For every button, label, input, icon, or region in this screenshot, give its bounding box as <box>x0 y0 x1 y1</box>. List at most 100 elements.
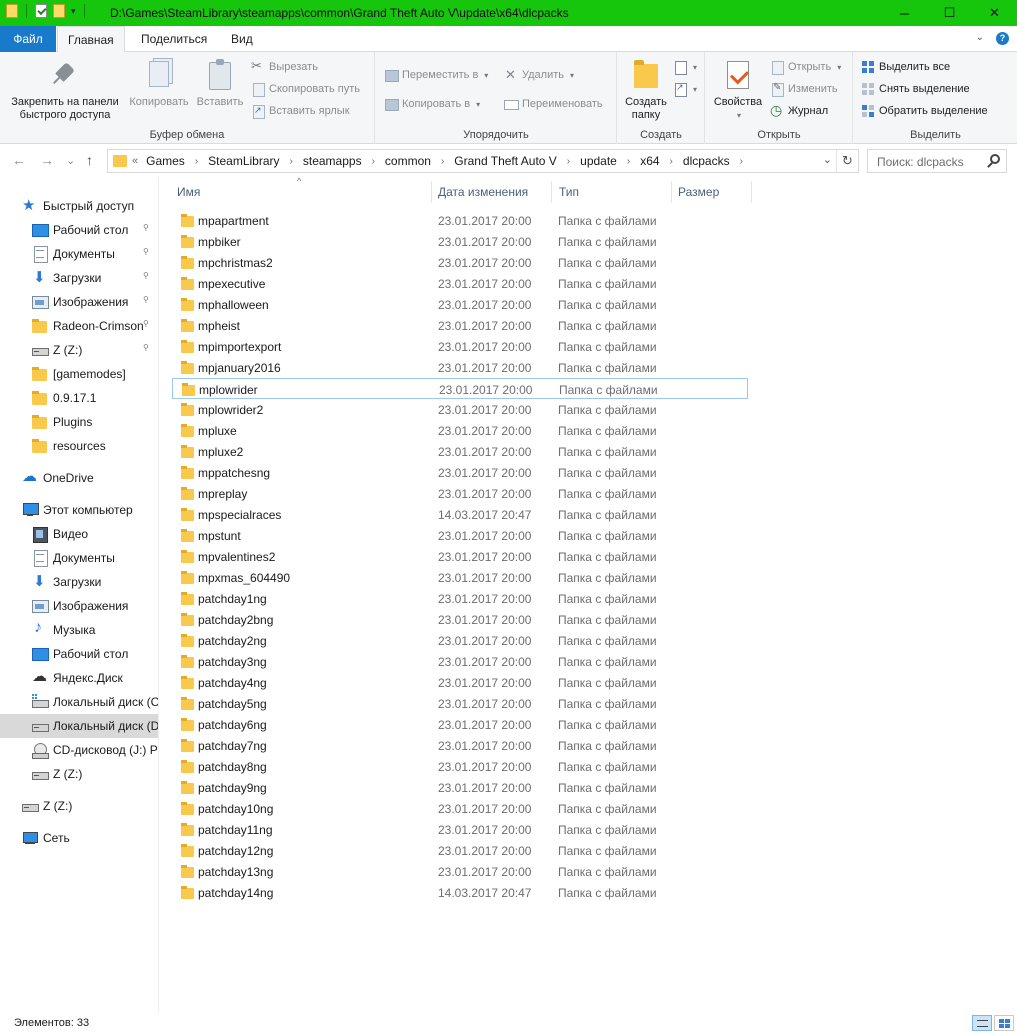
customize-toolbar-chevron-icon[interactable]: ▾ <box>71 6 76 17</box>
sidebar-item[interactable]: Этот компьютер <box>0 498 158 522</box>
recent-locations-chevron-icon[interactable]: ⌄ <box>66 154 75 167</box>
file-row[interactable]: mpheist 23.01.2017 20:00 Папка с файлами <box>172 315 748 336</box>
large-icons-view-button[interactable] <box>994 1015 1014 1031</box>
sidebar-item[interactable]: Загрузки ⚲ <box>0 266 158 290</box>
new-item-button[interactable]: ▾ <box>673 58 697 76</box>
copy-button[interactable]: Копировать <box>126 58 192 109</box>
file-row[interactable]: mpreplay 23.01.2017 20:00 Папка с файлами <box>172 483 748 504</box>
cut-button[interactable]: Вырезать <box>251 58 318 76</box>
select-all-button[interactable]: Выделить все <box>861 58 950 76</box>
breadcrumb-chevron-icon[interactable]: › <box>567 156 570 167</box>
file-row[interactable]: patchday10ng 23.01.2017 20:00 Папка с файл… <box>172 798 748 819</box>
breadcrumb-item[interactable]: Games <box>146 154 185 168</box>
file-row[interactable]: patchday1ng 23.01.2017 20:00 Папка с файла… <box>172 588 748 609</box>
forward-arrow-icon[interactable]: → <box>40 152 54 168</box>
column-divider[interactable] <box>751 181 752 203</box>
properties-icon[interactable] <box>35 4 47 18</box>
breadcrumb-item[interactable]: update <box>580 154 617 168</box>
file-row[interactable]: mpluxe 23.01.2017 20:00 Папка с файлами <box>172 420 748 441</box>
breadcrumb-item[interactable]: SteamLibrary <box>208 154 279 168</box>
new-folder-icon[interactable] <box>53 4 65 18</box>
breadcrumb-item[interactable]: steamapps <box>303 154 362 168</box>
maximize-button[interactable]: ☐ <box>927 0 972 26</box>
sidebar-item[interactable]: Сеть <box>0 826 158 850</box>
up-arrow-icon[interactable]: ↑ <box>86 152 93 168</box>
help-icon[interactable]: ? <box>996 32 1009 45</box>
delete-button[interactable]: Удалить ▾ <box>504 66 574 84</box>
file-row[interactable]: mpexecutive 23.01.2017 20:00 Папка с файла… <box>172 273 748 294</box>
address-history-chevron-icon[interactable]: ⌄ <box>823 153 832 166</box>
breadcrumb-overflow[interactable]: « <box>132 155 138 167</box>
file-row[interactable]: mpluxe2 23.01.2017 20:00 Папка с файлами <box>172 441 748 462</box>
tab-share[interactable]: Поделиться <box>131 26 217 52</box>
sidebar-item[interactable]: Видео <box>0 522 158 546</box>
breadcrumb-chevron-icon[interactable]: › <box>372 156 375 167</box>
search-icon[interactable] <box>990 154 1000 164</box>
file-row[interactable]: mplowrider2 23.01.2017 20:00 Папка с файла… <box>172 399 748 420</box>
properties-button[interactable]: Свойства ▾ <box>710 58 766 122</box>
file-row[interactable]: mplowrider 23.01.2017 20:00 Папка с файлам… <box>172 378 748 399</box>
select-none-button[interactable]: Снять выделение <box>861 80 970 98</box>
tab-home[interactable]: Главная <box>57 26 125 53</box>
sidebar-item[interactable]: Документы <box>0 546 158 570</box>
breadcrumb-chevron-icon[interactable]: › <box>740 156 743 167</box>
file-row[interactable]: mpspecialraces 14.03.2017 20:47 Папка с фа… <box>172 504 748 525</box>
sidebar-item[interactable]: Яндекс.Диск <box>0 666 158 690</box>
sidebar-item[interactable]: CD-дисковод (J:) PS <box>0 738 158 762</box>
move-to-button[interactable]: Переместить в ▾ <box>384 66 488 84</box>
address-bar[interactable]: « Games › SteamLibrary › steamapps › com… <box>107 149 859 173</box>
edit-button[interactable]: Изменить <box>770 80 838 98</box>
sidebar-item[interactable]: [gamemodes] <box>0 362 158 386</box>
sidebar-item[interactable]: Plugins <box>0 410 158 434</box>
breadcrumb-chevron-icon[interactable]: › <box>195 156 198 167</box>
file-row[interactable]: patchday3ng 23.01.2017 20:00 Папка с файла… <box>172 651 748 672</box>
file-row[interactable]: patchday13ng 23.01.2017 20:00 Папка с файл… <box>172 861 748 882</box>
column-header-name[interactable]: Имя <box>177 185 200 199</box>
sidebar-item[interactable]: 0.9.17.1 <box>0 386 158 410</box>
back-arrow-icon[interactable]: ← <box>12 152 26 168</box>
sidebar-item[interactable]: Z (Z:) <box>0 794 158 818</box>
breadcrumb-chevron-icon[interactable]: › <box>441 156 444 167</box>
rename-button[interactable]: Переименовать <box>504 95 603 113</box>
file-row[interactable]: mpjanuary2016 23.01.2017 20:00 Папка с фай… <box>172 357 748 378</box>
sidebar-item[interactable]: Radeon-Crimson ⚲ <box>0 314 158 338</box>
file-row[interactable]: mppatchesng 23.01.2017 20:00 Папка с файла… <box>172 462 748 483</box>
sidebar-item[interactable]: Загрузки <box>0 570 158 594</box>
breadcrumb-item[interactable]: dlcpacks <box>683 154 730 168</box>
file-row[interactable]: mpimportexport 23.01.2017 20:00 Папка с фа… <box>172 336 748 357</box>
sidebar-item[interactable]: Локальный диск (C:) <box>0 690 158 714</box>
sidebar-item[interactable]: Z (Z:) ⚲ <box>0 338 158 362</box>
file-row[interactable]: patchday6ng 23.01.2017 20:00 Папка с файла… <box>172 714 748 735</box>
sidebar-item[interactable]: Рабочий стол ⚲ <box>0 218 158 242</box>
breadcrumb-item[interactable]: Grand Theft Auto V <box>454 154 557 168</box>
paste-button[interactable]: Вставить <box>192 58 248 109</box>
file-row[interactable]: patchday5ng 23.01.2017 20:00 Папка с файла… <box>172 693 748 714</box>
file-row[interactable]: patchday4ng 23.01.2017 20:00 Папка с файла… <box>172 672 748 693</box>
file-row[interactable]: mpxmas_604490 23.01.2017 20:00 Папка с фай… <box>172 567 748 588</box>
sidebar-item[interactable]: Документы ⚲ <box>0 242 158 266</box>
file-row[interactable]: patchday2ng 23.01.2017 20:00 Папка с файла… <box>172 630 748 651</box>
column-header-type[interactable]: Тип <box>559 185 579 199</box>
copy-to-button[interactable]: Копировать в ▾ <box>384 95 480 113</box>
file-row[interactable]: patchday11ng 23.01.2017 20:00 Папка с файл… <box>172 819 748 840</box>
file-row[interactable]: mpstunt 23.01.2017 20:00 Папка с файлами <box>172 525 748 546</box>
file-row[interactable]: mphalloween 23.01.2017 20:00 Папка с файла… <box>172 294 748 315</box>
easy-access-button[interactable]: ▾ <box>673 80 697 98</box>
breadcrumb-chevron-icon[interactable]: › <box>670 156 673 167</box>
open-button[interactable]: Открыть ▾ <box>770 58 841 76</box>
column-header-modified[interactable]: Дата изменения <box>438 185 528 199</box>
file-row[interactable]: mpvalentines2 23.01.2017 20:00 Папка с фай… <box>172 546 748 567</box>
column-divider[interactable] <box>671 181 672 203</box>
refresh-icon[interactable]: ↻ <box>836 150 858 172</box>
tab-file[interactable]: Файл <box>0 26 56 52</box>
paste-shortcut-button[interactable]: Вставить ярлык <box>251 102 350 120</box>
tab-view[interactable]: Вид <box>221 26 263 52</box>
breadcrumb-chevron-icon[interactable]: › <box>627 156 630 167</box>
sidebar-item[interactable]: Изображения ⚲ <box>0 290 158 314</box>
sidebar-item[interactable]: Быстрый доступ <box>0 194 158 218</box>
search-input[interactable]: Поиск: dlcpacks <box>867 149 1007 173</box>
sidebar-item[interactable]: Музыка <box>0 618 158 642</box>
file-row[interactable]: patchday9ng 23.01.2017 20:00 Папка с файла… <box>172 777 748 798</box>
copy-path-button[interactable]: Скопировать путь <box>251 80 360 98</box>
breadcrumb-item[interactable]: common <box>385 154 431 168</box>
